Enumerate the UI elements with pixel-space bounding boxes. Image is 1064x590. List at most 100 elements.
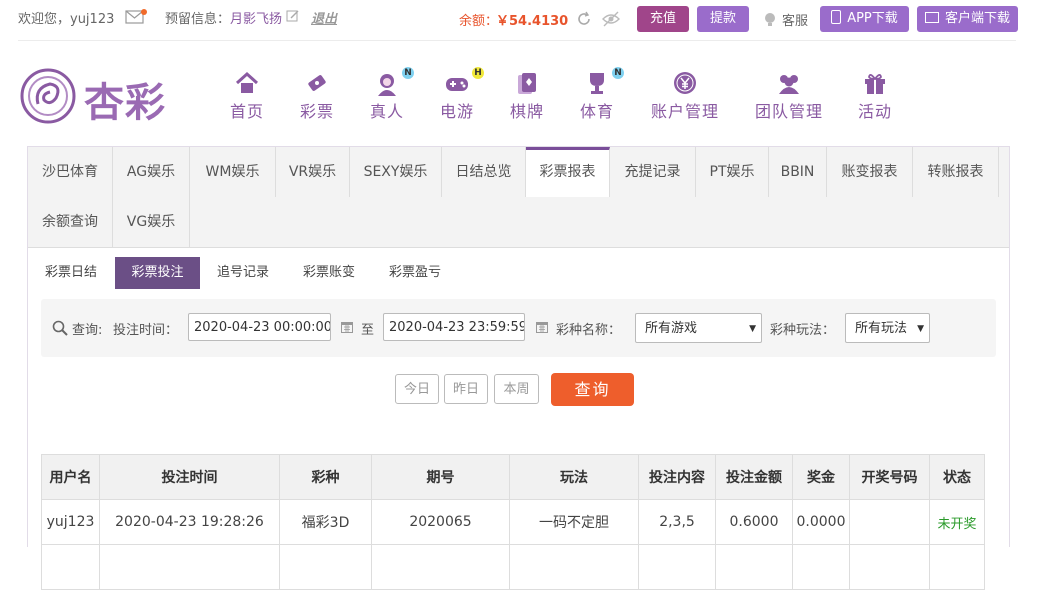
today-button[interactable]: 今日 xyxy=(395,374,439,404)
subtab-chase-records[interactable]: 追号记录 xyxy=(212,257,274,289)
bet-time-label: 投注时间： xyxy=(113,323,179,338)
game-name-label: 彩种名称： xyxy=(556,323,622,338)
end-time-input[interactable]: 2020-04-23 23:59:59 xyxy=(383,313,525,341)
cell-play-type: 一码不定胆 xyxy=(509,499,639,545)
nav-account[interactable]: 账户管理 xyxy=(650,70,720,125)
tab-wm[interactable]: WM娱乐 xyxy=(190,147,276,197)
table-row xyxy=(41,544,985,590)
query-label: 查询: xyxy=(72,323,103,338)
team-icon xyxy=(776,70,802,96)
play-type-label: 彩种玩法： xyxy=(770,323,836,338)
this-week-button[interactable]: 本周 xyxy=(494,374,539,404)
logo-emblem-icon xyxy=(20,68,76,124)
recharge-button[interactable]: 充值 xyxy=(637,6,689,32)
service-link[interactable]: 客服 xyxy=(782,10,808,29)
tab-saba-sports[interactable]: 沙巴体育 xyxy=(28,147,113,197)
hide-eye-icon[interactable] xyxy=(601,11,621,31)
play-type-select[interactable]: 所有玩法 ▼ xyxy=(845,313,930,343)
tab-account-change[interactable]: 账变报表 xyxy=(827,147,913,197)
client-download-button[interactable]: 客户端下载 xyxy=(917,6,1018,32)
tab-balance-query[interactable]: 余额查询 xyxy=(28,197,113,247)
cell-issue: 2020065 xyxy=(371,499,510,545)
subtab-lottery-daily[interactable]: 彩票日结 xyxy=(40,257,102,289)
report-tabs: 沙巴体育 AG娱乐 WM娱乐 VR娱乐 SEXY娱乐 日结总览 彩票报表 充提记… xyxy=(28,147,1009,248)
reserve-label: 预留信息： xyxy=(165,12,231,27)
calendar-icon[interactable] xyxy=(340,320,354,338)
nav-sports-badge: N xyxy=(612,67,624,79)
nav-slots-badge: H xyxy=(472,67,484,79)
game-select-value: 所有游戏 xyxy=(645,321,698,336)
welcome-text: 欢迎您，yuj123 xyxy=(18,12,115,27)
tab-bbin[interactable]: BBIN xyxy=(769,147,827,197)
col-prize: 奖金 xyxy=(792,454,850,500)
tab-transfer-report[interactable]: 转账报表 xyxy=(913,147,999,197)
nav-live[interactable]: N 真人 xyxy=(368,67,414,125)
game-select[interactable]: 所有游戏 ▼ xyxy=(635,313,762,343)
tab-lottery-report[interactable]: 彩票报表 xyxy=(526,147,610,197)
col-play-type: 玩法 xyxy=(509,454,639,500)
col-issue: 期号 xyxy=(371,454,510,500)
play-type-select-value: 所有玩法 xyxy=(855,321,908,336)
subtab-lottery-bets[interactable]: 彩票投注 xyxy=(115,257,200,289)
mail-icon[interactable] xyxy=(125,9,147,29)
search-button[interactable]: 查询 xyxy=(551,373,634,406)
yen-coin-icon xyxy=(672,70,698,96)
col-bet-content: 投注内容 xyxy=(638,454,716,500)
col-status: 状态 xyxy=(929,454,985,500)
tab-sexy[interactable]: SEXY娱乐 xyxy=(350,147,442,197)
lottery-icon xyxy=(304,70,330,96)
reserve-value: 月影飞扬 xyxy=(230,12,283,27)
subtab-lottery-account-change[interactable]: 彩票账变 xyxy=(298,257,360,289)
monitor-icon xyxy=(924,12,939,23)
cell-lottery: 福彩3D xyxy=(279,499,372,545)
nav-team[interactable]: 团队管理 xyxy=(754,70,824,125)
search-icon xyxy=(52,320,68,340)
tab-deposit-records[interactable]: 充提记录 xyxy=(610,147,696,197)
cell-username: yuj123 xyxy=(41,499,100,545)
logout-link[interactable]: 退出 xyxy=(311,8,337,27)
dropdown-arrow-icon: ▼ xyxy=(749,324,756,334)
nav-cards[interactable]: 棋牌 xyxy=(508,70,546,125)
tab-daily-summary[interactable]: 日结总览 xyxy=(442,147,526,197)
live-dealer-icon: N xyxy=(374,67,414,96)
withdraw-button[interactable]: 提款 xyxy=(697,6,749,32)
tab-vr[interactable]: VR娱乐 xyxy=(276,147,350,197)
app-download-button[interactable]: APP下载 xyxy=(820,6,909,32)
calendar-icon[interactable] xyxy=(535,320,549,338)
table-header-row: 用户名 投注时间 彩种 期号 玩法 投注内容 投注金额 奖金 开奖号码 状态 xyxy=(41,454,985,500)
balance-label: 余额： xyxy=(459,14,499,29)
tab-vg[interactable]: VG娱乐 xyxy=(113,197,190,247)
logo[interactable]: 杏彩 xyxy=(20,66,170,126)
nav-cards-label: 棋牌 xyxy=(509,102,544,121)
col-draw-number: 开奖号码 xyxy=(849,454,930,500)
nav-account-label: 账户管理 xyxy=(650,102,719,121)
nav-lottery[interactable]: 彩票 xyxy=(298,70,336,125)
top-bar: 欢迎您，yuj123 预留信息： 月影飞扬 退出 余额： ￥54.4130 充值… xyxy=(0,0,1064,41)
table-row[interactable]: yuj123 2020-04-23 19:28:26 福彩3D 2020065 … xyxy=(41,499,985,545)
nav-home-label: 首页 xyxy=(229,102,264,121)
nav-slots-label: 电游 xyxy=(439,102,474,121)
subtab-lottery-profit[interactable]: 彩票盈亏 xyxy=(384,257,446,289)
nav-home[interactable]: 首页 xyxy=(228,70,266,125)
nav-promotions[interactable]: 活动 xyxy=(856,70,894,125)
cell-bet-time: 2020-04-23 19:28:26 xyxy=(99,499,280,545)
start-time-input[interactable]: 2020-04-23 00:00:00 xyxy=(188,313,331,341)
col-bet-time: 投注时间 xyxy=(99,454,280,500)
tab-pt[interactable]: PT娱乐 xyxy=(696,147,769,197)
nav-promotions-label: 活动 xyxy=(857,102,892,121)
service-icon[interactable] xyxy=(762,11,778,31)
gamepad-icon: H xyxy=(444,67,484,96)
nav-sports[interactable]: N 体育 xyxy=(578,67,624,125)
refresh-icon[interactable] xyxy=(576,11,592,31)
phone-icon xyxy=(831,10,842,24)
dropdown-arrow-icon: ▼ xyxy=(917,324,924,334)
nav-slots[interactable]: H 电游 xyxy=(438,67,484,125)
nav-sports-label: 体育 xyxy=(579,102,614,121)
edit-icon[interactable] xyxy=(286,9,300,27)
status-badge: 未开奖 xyxy=(929,499,985,545)
yesterday-button[interactable]: 昨日 xyxy=(444,374,488,404)
home-icon xyxy=(234,70,260,96)
col-bet-amount: 投注金额 xyxy=(715,454,793,500)
nav-team-label: 团队管理 xyxy=(754,102,823,121)
tab-ag[interactable]: AG娱乐 xyxy=(113,147,190,197)
